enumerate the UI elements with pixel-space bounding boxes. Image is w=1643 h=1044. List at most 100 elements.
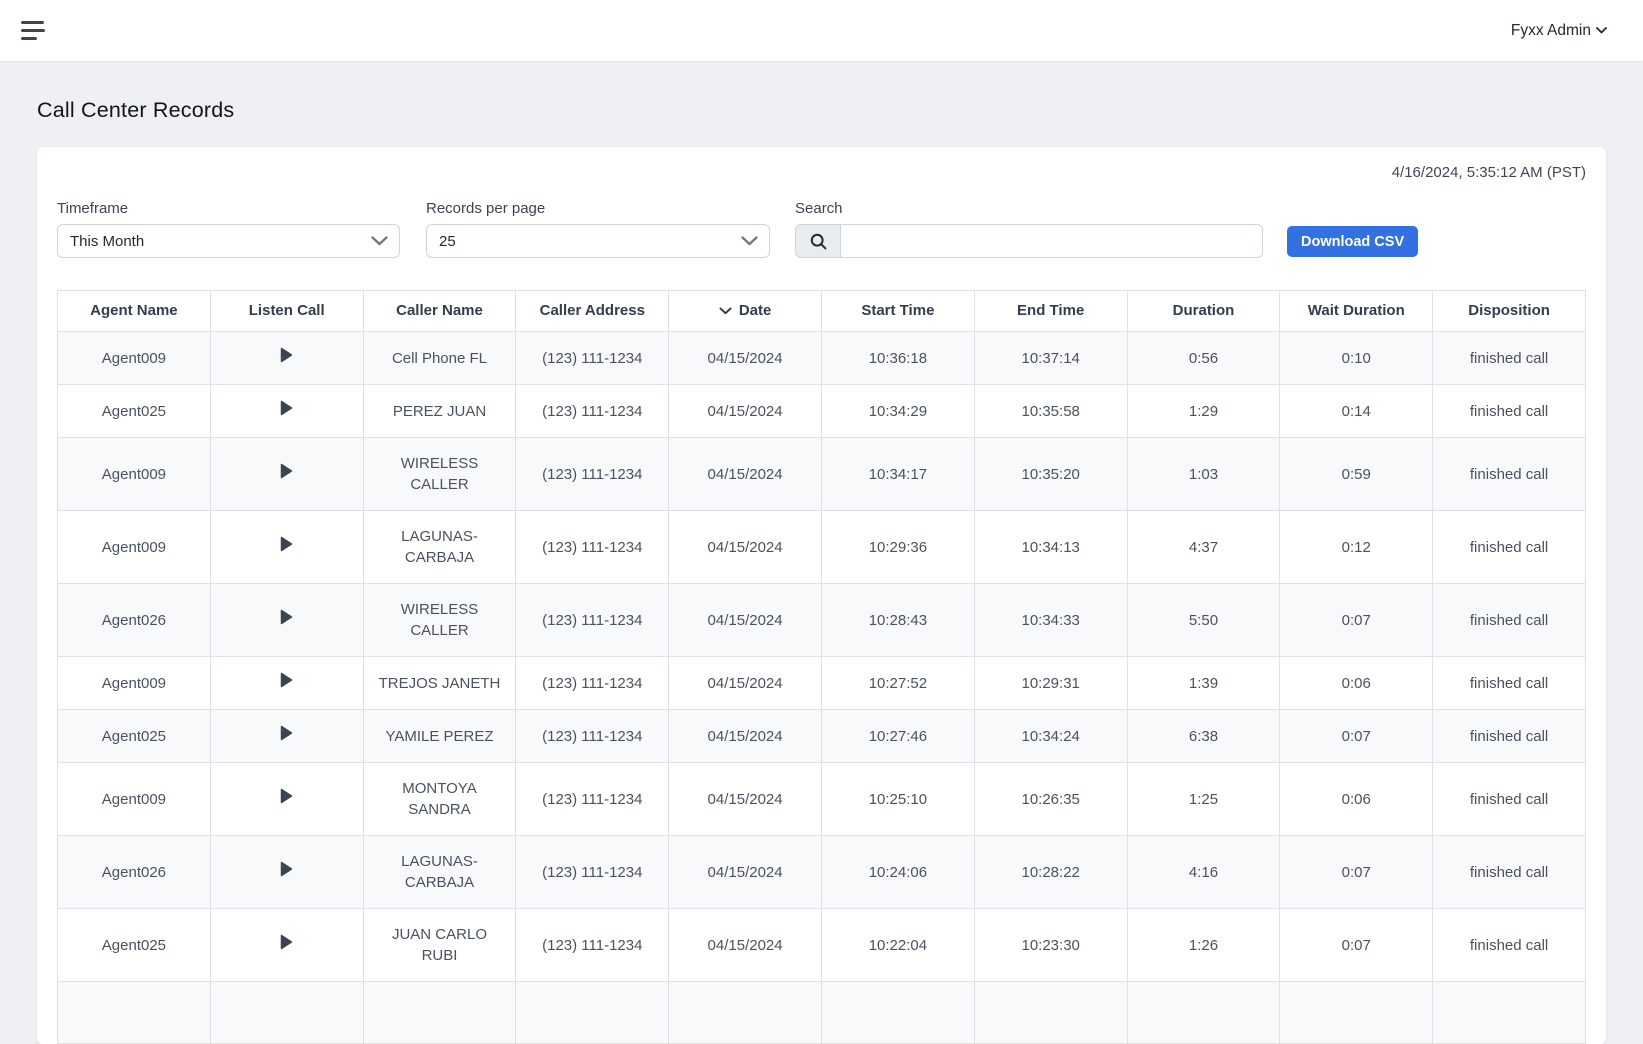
disposition-cell: finished call [1433, 657, 1586, 710]
play-call-button[interactable] [280, 788, 293, 804]
start-time-cell: 10:36:18 [821, 332, 974, 385]
duration-cell: 4:16 [1127, 836, 1280, 909]
play-call-button[interactable] [280, 463, 293, 479]
column-header-listen-call[interactable]: Listen Call [210, 291, 363, 332]
end-time-cell: 10:29:31 [974, 657, 1127, 710]
caller-address-cell: (123) 111-1234 [516, 710, 669, 763]
timeframe-selected-value: This Month [70, 233, 144, 250]
table-row: Agent009MONTOYA SANDRA(123) 111-123404/1… [58, 763, 1586, 836]
listen-call-cell [210, 710, 363, 763]
disposition-cell: finished call [1433, 438, 1586, 511]
column-header-caller-name[interactable]: Caller Name [363, 291, 516, 332]
column-header-start-time[interactable]: Start Time [821, 291, 974, 332]
chevron-down-icon [371, 236, 388, 246]
duration-cell: 1:25 [1127, 763, 1280, 836]
duration-cell: 0:56 [1127, 332, 1280, 385]
caller-address-cell: (123) 111-1234 [516, 763, 669, 836]
duration-cell: 1:39 [1127, 657, 1280, 710]
play-call-button[interactable] [280, 536, 293, 552]
hamburger-menu-icon[interactable] [21, 19, 45, 42]
listen-call-cell [210, 763, 363, 836]
play-call-button[interactable] [280, 934, 293, 950]
end-time-cell: 10:28:22 [974, 836, 1127, 909]
wait-duration-cell: 0:59 [1280, 438, 1433, 511]
disposition-cell: finished call [1433, 909, 1586, 982]
agent-name-cell: Agent025 [58, 385, 211, 438]
agent-name-cell: Agent025 [58, 909, 211, 982]
column-header-agent-name[interactable]: Agent Name [58, 291, 211, 332]
wait-duration-cell: 0:14 [1280, 385, 1433, 438]
disposition-cell: finished call [1433, 511, 1586, 584]
download-csv-button[interactable]: Download CSV [1287, 226, 1418, 257]
wait-duration-cell: 0:06 [1280, 657, 1433, 710]
column-header-disposition[interactable]: Disposition [1433, 291, 1586, 332]
play-call-button[interactable] [280, 347, 293, 363]
column-header-date[interactable]: Date [669, 291, 822, 332]
play-call-button[interactable] [280, 725, 293, 741]
play-call-button[interactable] [280, 672, 293, 688]
date-cell: 04/15/2024 [669, 710, 822, 763]
agent-name-cell: Agent009 [58, 763, 211, 836]
caller-name-cell: WIRELESS CALLER [363, 438, 516, 511]
caller-address-cell: (123) 111-1234 [516, 909, 669, 982]
disposition-cell: finished call [1433, 710, 1586, 763]
caller-name-cell: TREJOS JANETH [363, 657, 516, 710]
caller-address-cell: (123) 111-1234 [516, 584, 669, 657]
search-input[interactable] [840, 224, 1263, 258]
end-time-cell: 10:34:13 [974, 511, 1127, 584]
column-header-end-time[interactable]: End Time [974, 291, 1127, 332]
column-header-duration[interactable]: Duration [1127, 291, 1280, 332]
timeframe-select[interactable]: This Month [57, 224, 400, 258]
agent-name-cell: Agent026 [58, 836, 211, 909]
caller-name-cell: LAGUNAS- CARBAJA [363, 511, 516, 584]
agent-name-cell: Agent009 [58, 332, 211, 385]
end-time-cell: 10:35:58 [974, 385, 1127, 438]
caller-address-cell: (123) 111-1234 [516, 657, 669, 710]
caller-name-cell: Cell Phone FL [363, 332, 516, 385]
table-row: Agent025PEREZ JUAN(123) 111-123404/15/20… [58, 385, 1586, 438]
caller-name-cell: LAGUNAS- CARBAJA [363, 836, 516, 909]
date-cell: 04/15/2024 [669, 332, 822, 385]
agent-name-cell: Agent009 [58, 511, 211, 584]
end-time-cell: 10:34:33 [974, 584, 1127, 657]
duration-cell: 5:50 [1127, 584, 1280, 657]
play-call-button[interactable] [280, 609, 293, 625]
table-row: Agent026WIRELESS CALLER(123) 111-123404/… [58, 584, 1586, 657]
duration-cell: 1:03 [1127, 438, 1280, 511]
date-cell: 04/15/2024 [669, 836, 822, 909]
start-time-cell: 10:29:36 [821, 511, 974, 584]
agent-name-cell: Agent009 [58, 657, 211, 710]
user-menu[interactable]: Fyxx Admin [1505, 21, 1613, 41]
play-call-button[interactable] [280, 861, 293, 877]
caller-address-cell: (123) 111-1234 [516, 332, 669, 385]
disposition-cell: finished call [1433, 763, 1586, 836]
date-cell: 04/15/2024 [669, 584, 822, 657]
table-row: Agent009LAGUNAS- CARBAJA(123) 111-123404… [58, 511, 1586, 584]
disposition-cell: finished call [1433, 385, 1586, 438]
records-per-page-select[interactable]: 25 [426, 224, 770, 258]
table-row: Agent009TREJOS JANETH(123) 111-123404/15… [58, 657, 1586, 710]
disposition-cell: finished call [1433, 584, 1586, 657]
agent-name-cell: Agent025 [58, 710, 211, 763]
column-header-wait-duration[interactable]: Wait Duration [1280, 291, 1433, 332]
listen-call-cell [210, 909, 363, 982]
timeframe-filter: Timeframe This Month [57, 200, 400, 258]
disposition-cell: finished call [1433, 332, 1586, 385]
wait-duration-cell: 0:07 [1280, 836, 1433, 909]
start-time-cell: 10:34:17 [821, 438, 974, 511]
wait-duration-cell: 0:07 [1280, 710, 1433, 763]
column-header-caller-address[interactable]: Caller Address [516, 291, 669, 332]
sort-descending-icon [719, 307, 732, 315]
duration-cell: 1:29 [1127, 385, 1280, 438]
listen-call-cell [210, 332, 363, 385]
start-time-cell: 10:22:04 [821, 909, 974, 982]
search-group [795, 224, 1263, 258]
table-row-partial [58, 982, 1586, 1044]
caller-name-cell: YAMILE PEREZ [363, 710, 516, 763]
listen-call-cell [210, 657, 363, 710]
call-records-table: Agent Name Listen Call Caller Name Calle… [57, 290, 1586, 1044]
agent-name-cell: Agent009 [58, 438, 211, 511]
play-call-button[interactable] [280, 400, 293, 416]
chevron-down-icon [741, 236, 758, 246]
end-time-cell: 10:35:20 [974, 438, 1127, 511]
